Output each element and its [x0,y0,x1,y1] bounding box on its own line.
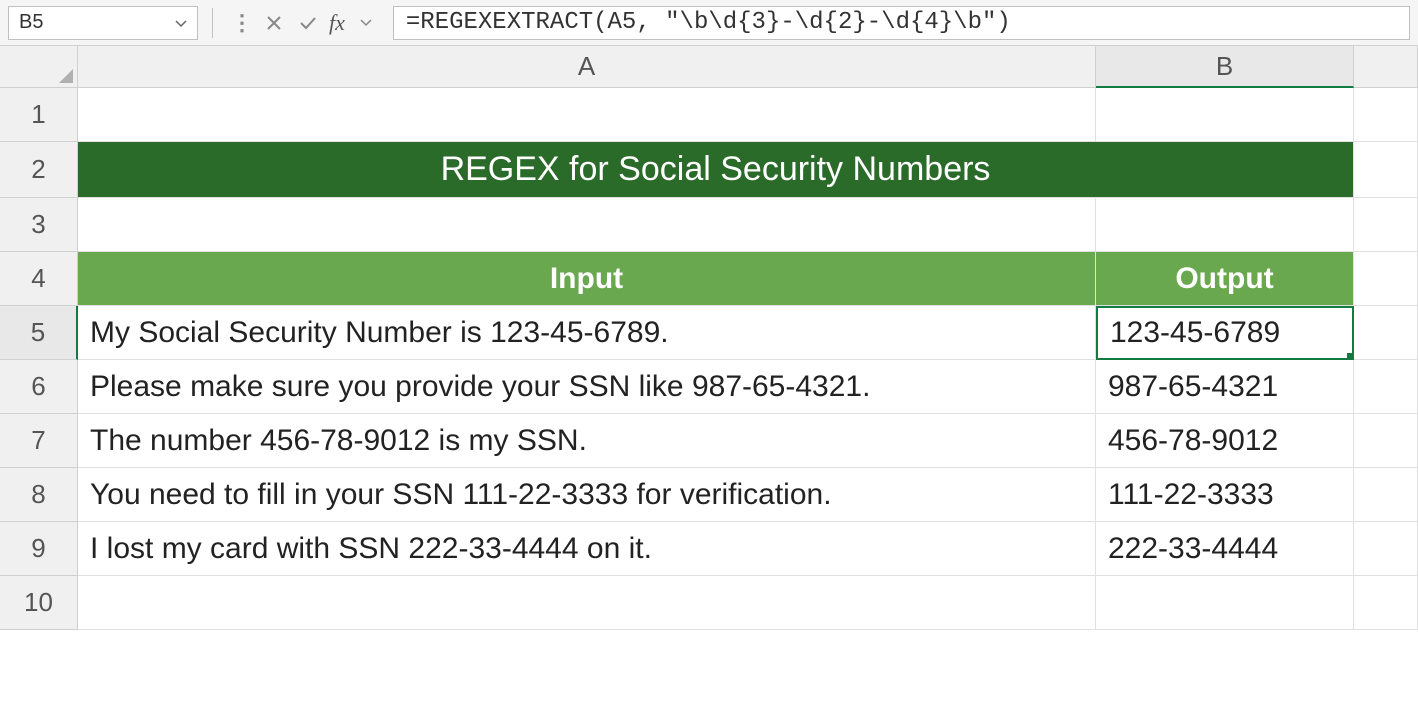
separator [212,8,213,38]
cell-C6[interactable] [1354,360,1418,414]
cell-B10[interactable] [1096,576,1354,630]
header-input[interactable]: Input [78,252,1096,306]
row-header-3[interactable]: 3 [0,198,78,252]
row-header-4[interactable]: 4 [0,252,78,306]
row-header-5[interactable]: 5 [0,306,78,360]
cell-A10[interactable] [78,576,1096,630]
cell-C7[interactable] [1354,414,1418,468]
spreadsheet-grid: A B 1 2 3 4 5 6 7 8 9 10 [0,46,1418,706]
cell-A8[interactable]: You need to fill in your SSN 111-22-3333… [78,468,1096,522]
enter-icon[interactable] [295,10,321,36]
cell-B7[interactable]: 456-78-9012 [1096,414,1354,468]
cell-A3[interactable] [78,198,1096,252]
column-header-A[interactable]: A [78,46,1096,88]
header-output[interactable]: Output [1096,252,1354,306]
column-header-B[interactable]: B [1096,46,1354,88]
cancel-icon[interactable] [261,10,287,36]
cell-B1[interactable] [1096,88,1354,142]
cell-B9[interactable]: 222-33-4444 [1096,522,1354,576]
cell-A1[interactable] [78,88,1096,142]
fx-icon[interactable]: fx [329,10,345,36]
row-headers: 1 2 3 4 5 6 7 8 9 10 [0,88,78,630]
cell-C3[interactable] [1354,198,1418,252]
name-box[interactable]: B5 [8,6,198,40]
row-header-6[interactable]: 6 [0,360,78,414]
cell-A7[interactable]: The number 456-78-9012 is my SSN. [78,414,1096,468]
cell-C5[interactable] [1354,306,1418,360]
cell-C10[interactable] [1354,576,1418,630]
formula-text: =REGEXEXTRACT(A5, "\b\d{3}-\d{2}-\d{4}\b… [406,9,1011,36]
row-header-2[interactable]: 2 [0,142,78,198]
row-header-1[interactable]: 1 [0,88,78,142]
row-header-9[interactable]: 9 [0,522,78,576]
cell-B6[interactable]: 987-65-4321 [1096,360,1354,414]
column-header-C[interactable] [1354,46,1418,88]
cells-area: REGEX for Social Security Numbers Input … [78,88,1418,630]
title-cell[interactable]: REGEX for Social Security Numbers [78,142,1354,198]
cell-C9[interactable] [1354,522,1418,576]
chevron-down-icon[interactable] [175,15,187,31]
cell-A6[interactable]: Please make sure you provide your SSN li… [78,360,1096,414]
cell-C2[interactable] [1354,142,1418,198]
row-header-10[interactable]: 10 [0,576,78,630]
cell-B5[interactable]: 123-45-6789 [1096,306,1354,360]
cell-B8[interactable]: 111-22-3333 [1096,468,1354,522]
row-header-7[interactable]: 7 [0,414,78,468]
cell-C1[interactable] [1354,88,1418,142]
cell-B3[interactable] [1096,198,1354,252]
colon-icon: ⋮ [231,10,253,36]
select-all-corner[interactable] [0,46,78,88]
formula-input[interactable]: =REGEXEXTRACT(A5, "\b\d{3}-\d{2}-\d{4}\b… [393,6,1410,40]
cell-C8[interactable] [1354,468,1418,522]
row-header-8[interactable]: 8 [0,468,78,522]
cell-A9[interactable]: I lost my card with SSN 222-33-4444 on i… [78,522,1096,576]
cell-reference: B5 [19,11,43,34]
chevron-down-icon[interactable] [353,10,379,36]
cell-A5[interactable]: My Social Security Number is 123-45-6789… [78,306,1096,360]
column-headers: A B [78,46,1418,88]
formula-bar: B5 ⋮ fx =REGEXEXTRACT(A5, "\b\d{3}-\d{2}… [0,0,1418,46]
cell-C4[interactable] [1354,252,1418,306]
